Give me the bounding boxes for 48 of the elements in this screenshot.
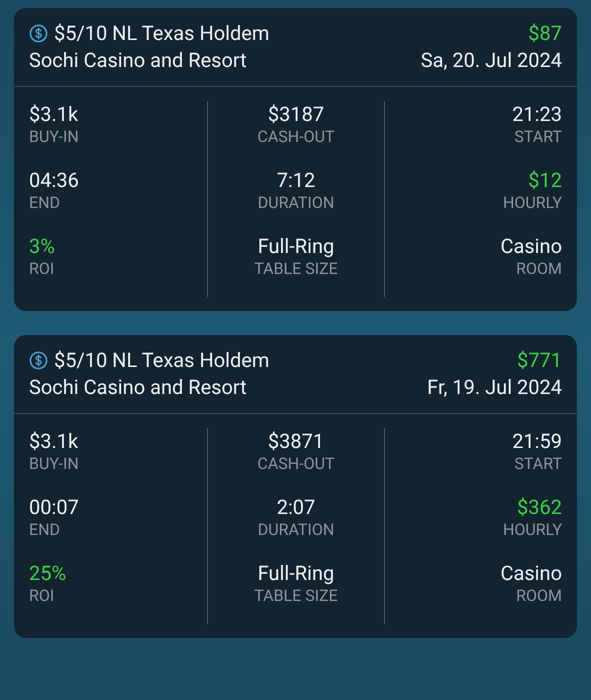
venue-name: Sochi Casino and Resort	[29, 47, 248, 74]
session-card[interactable]: $5/10 NL Texas Holdem Sochi Casino and Resort $771 Fr, 19. Jul 2024 $3.1k BUY-IN 00:07 END 25% ROI $3871 CASH-OUT 2:07 DURATION Full-Ring TABLE SIZE 21:59 START $362 HOURLY Casino ROOM	[14, 335, 577, 638]
dollar-coin-icon	[29, 351, 48, 370]
stat-value: 25%	[29, 560, 66, 586]
stat-value: 7:12	[276, 167, 316, 193]
stat-label: ROOM	[516, 259, 562, 279]
stat-label: DURATION	[258, 193, 334, 213]
stat-label: END	[29, 520, 60, 540]
stat-label: TABLE SIZE	[254, 586, 338, 606]
stat-label: START	[514, 454, 562, 474]
session-result: $87	[528, 20, 562, 47]
game-title: $5/10 NL Texas Holdem	[54, 20, 270, 47]
session-date: Sa, 20. Jul 2024	[420, 47, 562, 74]
stat-value: 04:36	[29, 167, 79, 193]
session-card[interactable]: $5/10 NL Texas Holdem Sochi Casino and Resort $87 Sa, 20. Jul 2024 $3.1k BUY-IN 04:36 END 3% ROI $3187 CASH-OUT 7:12 DURATION Full-Ring TABLE SIZE 21:23 START $12 HOURLY Casino ROOM	[14, 8, 577, 311]
stat-label: BUY-IN	[29, 454, 79, 474]
stat-value: Casino	[500, 233, 562, 259]
stat-label: ROI	[29, 259, 54, 279]
stat-label: CASH-OUT	[257, 127, 335, 147]
stat-label: TABLE SIZE	[254, 259, 338, 279]
stat-value: 2:07	[276, 494, 316, 520]
stat-value: $3.1k	[29, 101, 78, 127]
session-result: $771	[517, 347, 562, 374]
game-title: $5/10 NL Texas Holdem	[54, 347, 270, 374]
stat-value: 3%	[29, 233, 55, 259]
stat-label: BUY-IN	[29, 127, 79, 147]
stat-value: $3.1k	[29, 428, 78, 454]
venue-name: Sochi Casino and Resort	[29, 374, 248, 401]
stat-label: START	[514, 127, 562, 147]
stat-value: Full-Ring	[258, 560, 334, 586]
stat-label: HOURLY	[502, 520, 562, 540]
stat-value: 21:23	[512, 101, 562, 127]
stat-value: $3871	[268, 428, 324, 454]
session-date: Fr, 19. Jul 2024	[427, 374, 562, 401]
stat-value: $12	[528, 167, 562, 193]
stat-value: Casino	[500, 560, 562, 586]
stat-label: DURATION	[258, 520, 334, 540]
stat-value: $362	[517, 494, 562, 520]
stat-value: 21:59	[512, 428, 562, 454]
stat-value: 00:07	[29, 494, 79, 520]
stat-label: HOURLY	[502, 193, 562, 213]
stat-label: END	[29, 193, 60, 213]
stat-value: Full-Ring	[258, 233, 334, 259]
stat-label: ROOM	[516, 586, 562, 606]
stat-value: $3187	[268, 101, 324, 127]
stat-label: CASH-OUT	[257, 454, 335, 474]
dollar-coin-icon	[29, 24, 48, 43]
stat-label: ROI	[29, 586, 54, 606]
